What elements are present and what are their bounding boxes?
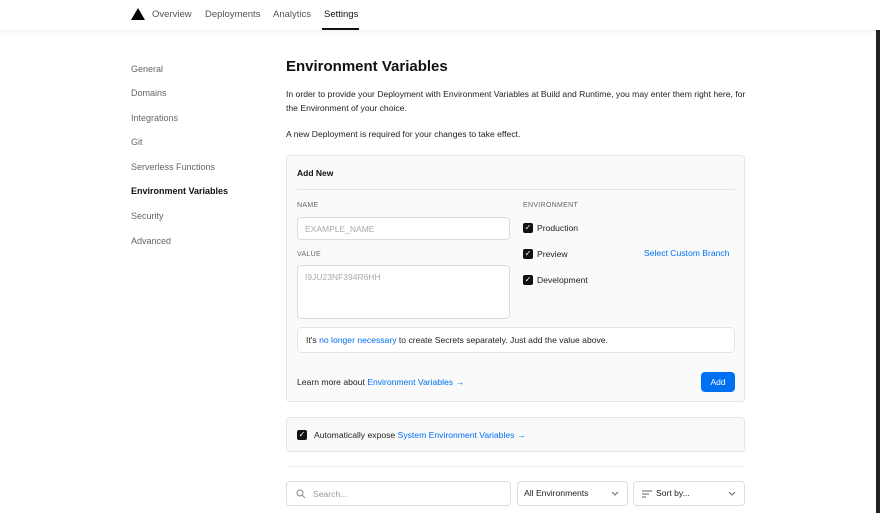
environment-filter-value: All Environments <box>524 488 589 498</box>
search-icon <box>296 489 306 499</box>
divider <box>286 466 745 467</box>
tab-deployments[interactable]: Deployments <box>205 9 260 20</box>
vercel-logo-icon[interactable] <box>131 8 145 20</box>
sort-value: Sort by... <box>656 488 690 498</box>
value-label: VALUE <box>297 251 321 258</box>
secrets-text-suffix: to create Secrets separately. Just add t… <box>396 335 608 345</box>
sidebar-item-general[interactable]: General <box>131 64 163 74</box>
page-title: Environment Variables <box>286 58 448 75</box>
learn-more-text: Learn more about Environment Variables → <box>297 377 464 387</box>
production-checkbox[interactable]: ✓ <box>523 223 533 233</box>
secrets-info-box: It's no longer necessary to create Secre… <box>297 327 735 353</box>
development-checkbox[interactable]: ✓ <box>523 275 533 285</box>
production-label: Production <box>537 223 579 233</box>
intro-text: In order to provide your Deployment with… <box>286 89 746 113</box>
check-icon: ✓ <box>524 223 532 232</box>
expose-label-prefix: Automatically expose <box>314 430 398 440</box>
secrets-text-prefix: It's <box>306 335 320 345</box>
search-box[interactable] <box>286 481 511 506</box>
sidebar-item-integrations[interactable]: Integrations <box>131 113 178 123</box>
system-environment-variables-link[interactable]: System Environment Variables → <box>398 430 526 440</box>
check-icon: ✓ <box>524 249 532 258</box>
sort-select[interactable]: Sort by... <box>633 481 745 506</box>
tab-analytics[interactable]: Analytics <box>273 9 311 20</box>
select-custom-branch-link[interactable]: Select Custom Branch <box>644 248 730 258</box>
add-new-card: Add New NAME VALUE ENVIRONMENT ✓ Product… <box>286 155 745 402</box>
chevron-down-icon <box>611 491 619 496</box>
sidebar-item-environment-variables[interactable]: Environment Variables <box>131 186 228 196</box>
add-button[interactable]: Add <box>701 372 735 392</box>
chevron-down-icon <box>728 491 736 496</box>
active-tab-indicator <box>322 28 359 30</box>
name-label: NAME <box>297 202 319 209</box>
expose-checkbox[interactable]: ✓ <box>297 430 307 440</box>
tab-settings[interactable]: Settings <box>324 9 358 20</box>
sort-lines-icon <box>642 490 652 498</box>
deployment-note: A new Deployment is required for your ch… <box>286 129 521 139</box>
preview-checkbox[interactable]: ✓ <box>523 249 533 259</box>
scrollbar[interactable] <box>876 30 880 513</box>
expose-label: Automatically expose System Environment … <box>314 430 525 440</box>
learn-more-prefix: Learn more about <box>297 377 368 387</box>
environment-filter-select[interactable]: All Environments <box>517 481 628 506</box>
name-input[interactable] <box>297 217 510 240</box>
sidebar-item-serverless-functions[interactable]: Serverless Functions <box>131 162 215 172</box>
tab-overview[interactable]: Overview <box>152 9 192 20</box>
add-new-title: Add New <box>297 168 334 178</box>
preview-label: Preview <box>537 249 568 259</box>
check-icon: ✓ <box>298 430 306 439</box>
expose-system-env-card: ✓ Automatically expose System Environmen… <box>286 417 745 452</box>
no-longer-necessary-link[interactable]: no longer necessary <box>319 335 396 345</box>
check-icon: ✓ <box>524 275 532 284</box>
sidebar-item-domains[interactable]: Domains <box>131 88 167 98</box>
divider <box>297 189 735 190</box>
value-textarea[interactable] <box>297 265 510 319</box>
sidebar-item-git[interactable]: Git <box>131 137 143 147</box>
sidebar-item-security[interactable]: Security <box>131 211 164 221</box>
environment-label: ENVIRONMENT <box>523 202 579 209</box>
search-input[interactable] <box>313 484 503 503</box>
development-label: Development <box>537 275 588 285</box>
top-nav: Overview Deployments Analytics Settings <box>0 0 880 30</box>
environment-variables-docs-link[interactable]: Environment Variables → <box>367 377 464 387</box>
sidebar-item-advanced[interactable]: Advanced <box>131 236 171 246</box>
